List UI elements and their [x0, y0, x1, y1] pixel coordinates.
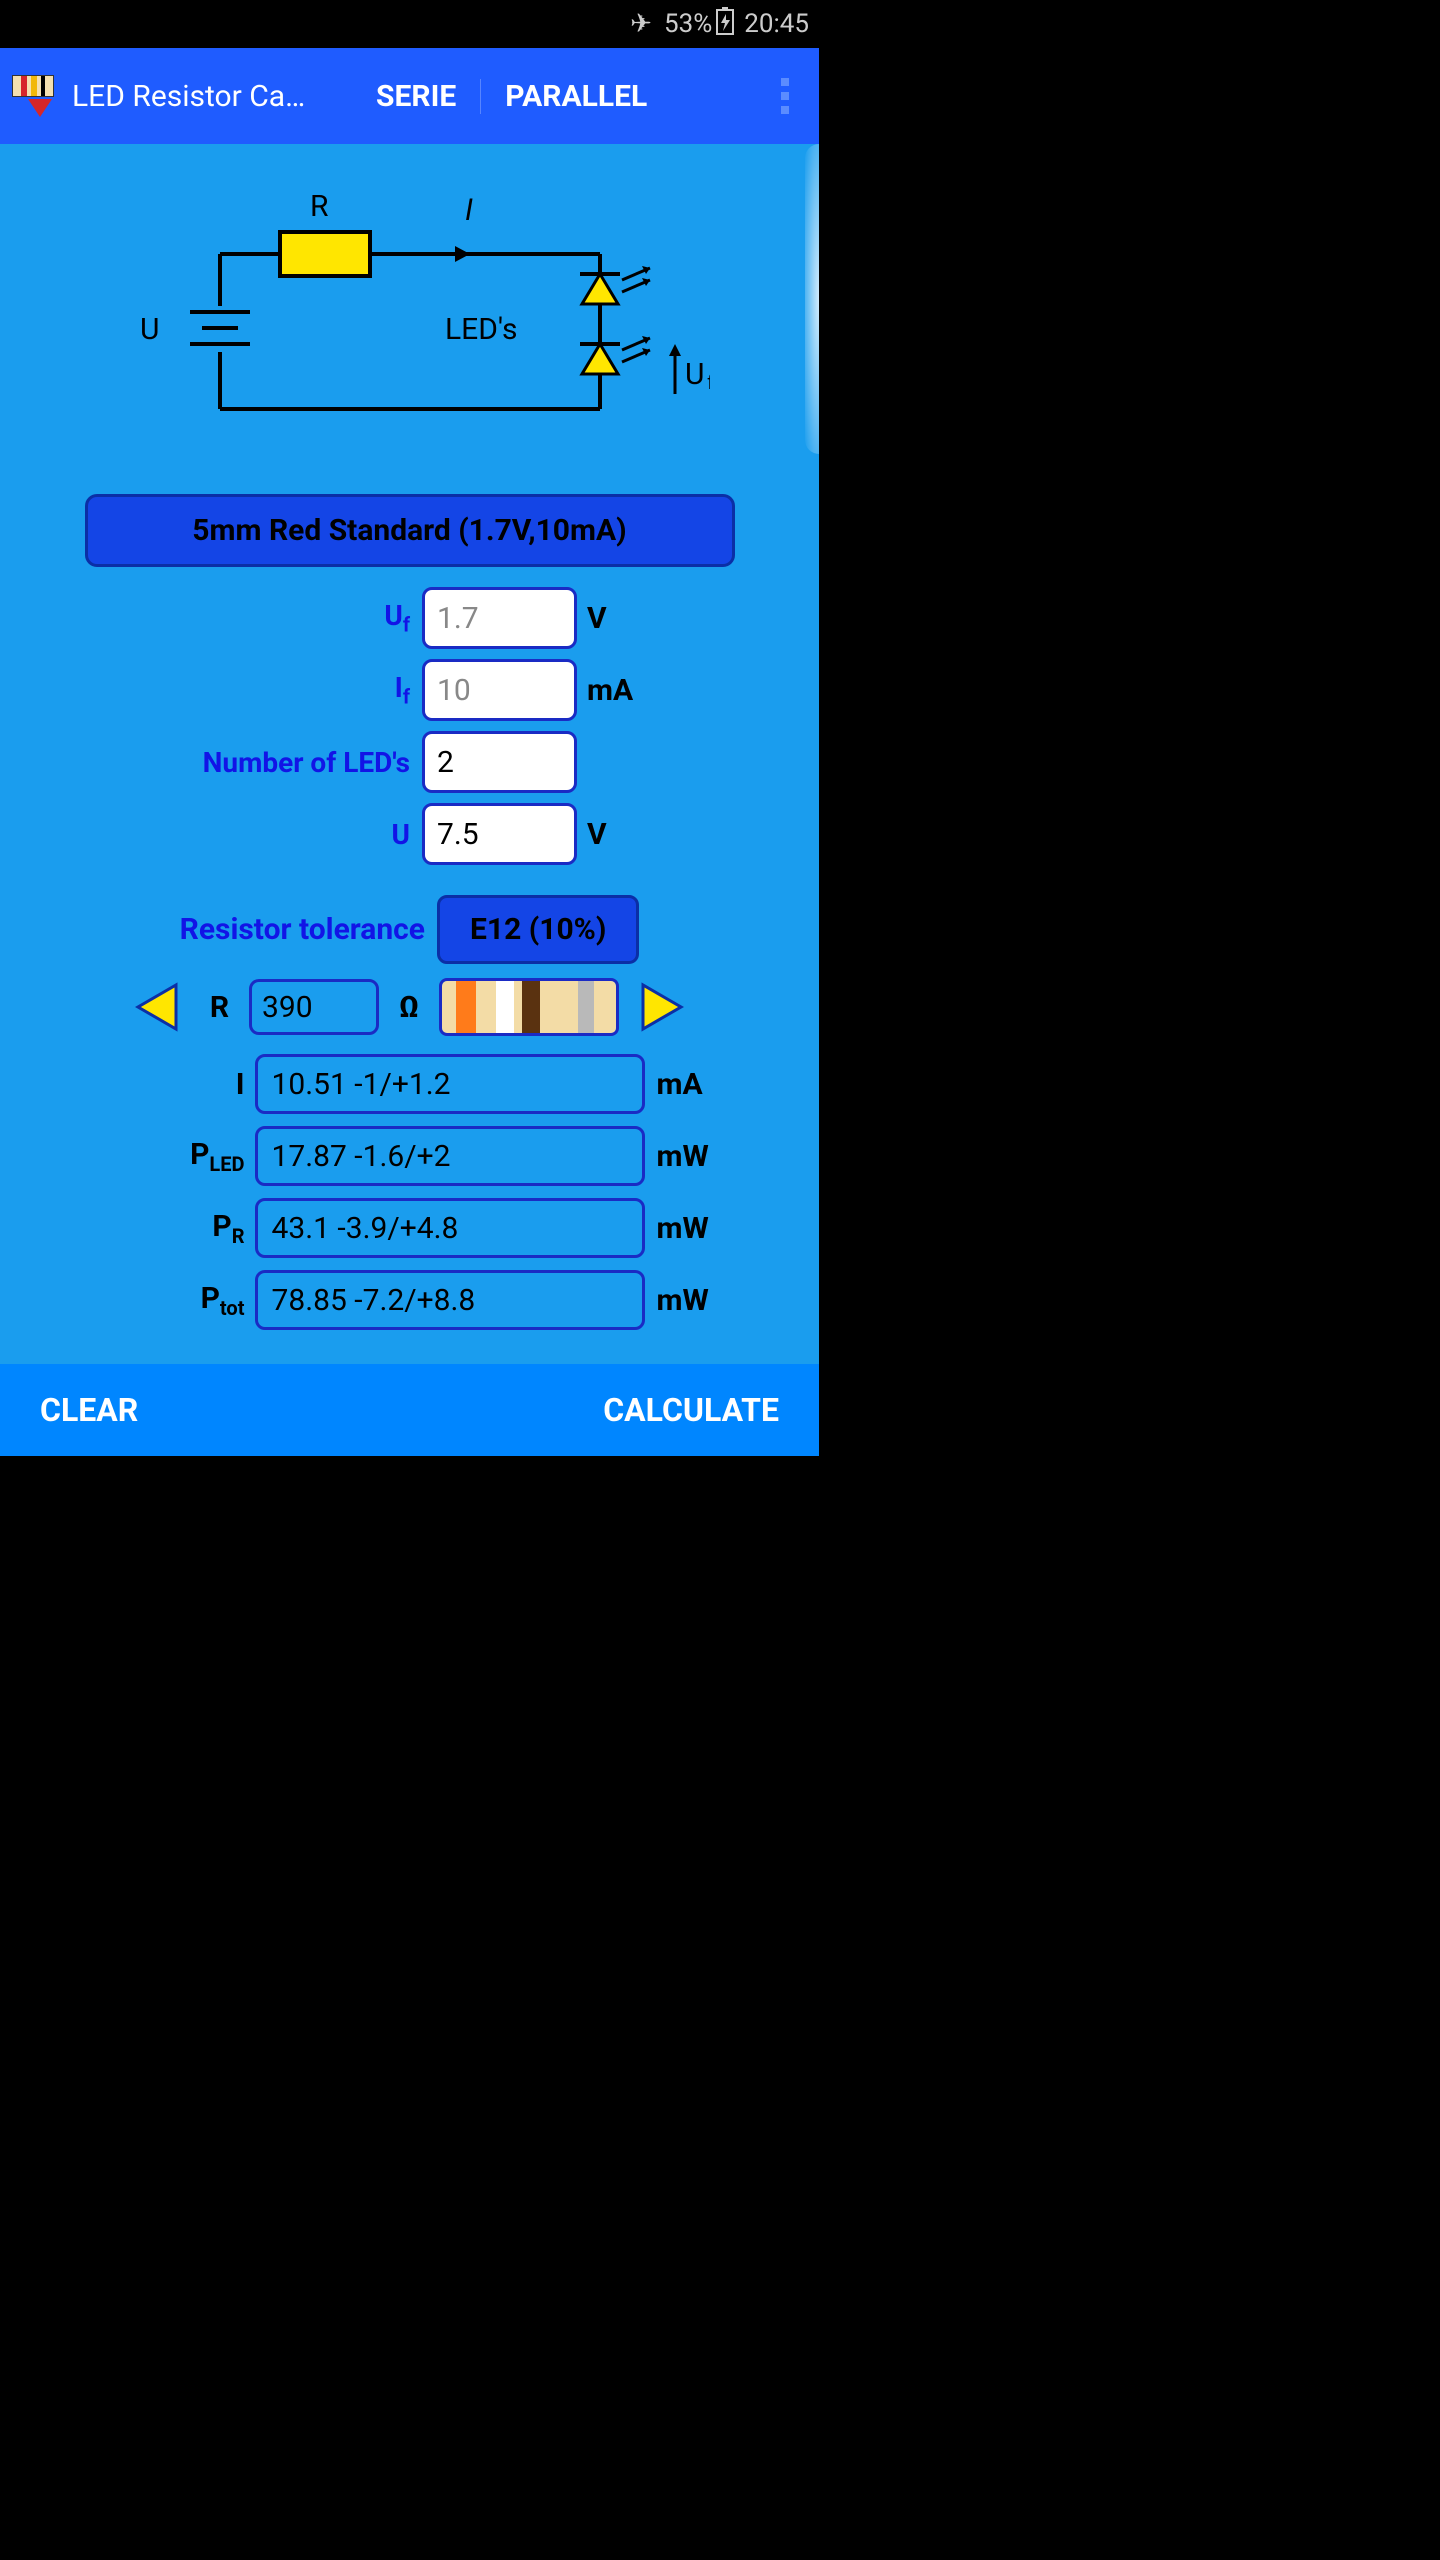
- output-i-unit: mA: [645, 1067, 735, 1102]
- row-if: If mA: [0, 659, 819, 721]
- app-icon: [10, 71, 60, 121]
- output-ptot-value: 78.85 -7.2/+8.8: [255, 1270, 645, 1330]
- output-pr-value: 43.1 -3.9/+4.8: [255, 1198, 645, 1258]
- output-pr-label: PR: [85, 1209, 255, 1248]
- diagram-r-label: R: [310, 189, 329, 224]
- u-input[interactable]: [422, 803, 577, 865]
- airplane-mode-icon: ✈: [630, 9, 652, 39]
- r-label: R: [210, 990, 229, 1025]
- output-i-label: I: [85, 1067, 255, 1102]
- next-resistor-arrow-icon[interactable]: [639, 981, 687, 1033]
- uf-input[interactable]: [422, 587, 577, 649]
- diagram-uf-label: U: [685, 357, 704, 392]
- tab-parallel[interactable]: PARALLEL: [481, 79, 671, 114]
- diagram-u-label: U: [140, 312, 159, 347]
- row-u: U V: [0, 803, 819, 865]
- resistor-color-bands: [439, 978, 619, 1036]
- row-output-ptot: Ptot 78.85 -7.2/+8.8 mW: [0, 1270, 819, 1330]
- if-unit: mA: [577, 673, 707, 708]
- tolerance-button[interactable]: E12 (10%): [437, 895, 639, 964]
- overflow-menu-icon[interactable]: [761, 72, 809, 120]
- led-type-button[interactable]: 5mm Red Standard (1.7V,10mA): [85, 494, 735, 567]
- output-ptot-unit: mW: [645, 1283, 735, 1318]
- circuit-diagram: U R I LED's U f: [110, 184, 710, 444]
- row-output-i: I 10.51 -1/+1.2 mA: [0, 1054, 819, 1114]
- u-label: U: [112, 818, 422, 851]
- main-content: U R I LED's U f 5mm Red Standard (1.7V,1…: [0, 144, 819, 1364]
- prev-resistor-arrow-icon[interactable]: [132, 981, 180, 1033]
- r-value: 390: [249, 979, 379, 1035]
- if-label: If: [112, 671, 422, 709]
- uf-label: Uf: [112, 599, 422, 637]
- app-bar: LED Resistor Ca… SERIE PARALLEL: [0, 48, 819, 144]
- clock: 20:45: [744, 9, 809, 39]
- tolerance-label: Resistor tolerance: [180, 912, 425, 947]
- calculate-button[interactable]: CALCULATE: [603, 1391, 779, 1429]
- if-input[interactable]: [422, 659, 577, 721]
- output-pled-value: 17.87 -1.6/+2: [255, 1126, 645, 1186]
- diagram-leds-label: LED's: [445, 312, 517, 347]
- row-output-pled: PLED 17.87 -1.6/+2 mW: [0, 1126, 819, 1186]
- r-unit: Ω: [399, 990, 419, 1025]
- bottom-bar: CLEAR CALCULATE: [0, 1364, 819, 1456]
- output-pled-unit: mW: [645, 1139, 735, 1174]
- output-pled-label: PLED: [85, 1137, 255, 1176]
- diagram-i-label: I: [465, 193, 473, 228]
- output-ptot-label: Ptot: [85, 1281, 255, 1320]
- clear-button[interactable]: CLEAR: [40, 1391, 138, 1429]
- nled-input[interactable]: [422, 731, 577, 793]
- output-i-value: 10.51 -1/+1.2: [255, 1054, 645, 1114]
- battery-percent: 53%: [664, 9, 712, 39]
- row-uf: Uf V: [0, 587, 819, 649]
- battery-charging-icon: [716, 7, 734, 42]
- tab-serie[interactable]: SERIE: [352, 79, 481, 114]
- status-bar: ✈ 53% 20:45: [0, 0, 819, 48]
- app-title: LED Resistor Ca…: [72, 79, 342, 114]
- diagram-uf-sub: f: [707, 370, 710, 394]
- scroll-glow: [805, 144, 819, 454]
- nled-label: Number of LED's: [112, 746, 422, 779]
- row-nled: Number of LED's: [0, 731, 819, 793]
- row-tolerance: Resistor tolerance E12 (10%): [0, 895, 819, 964]
- u-unit: V: [577, 817, 707, 852]
- uf-unit: V: [577, 601, 707, 636]
- row-resistor: R 390 Ω: [0, 978, 819, 1036]
- tabs: SERIE PARALLEL: [352, 79, 671, 114]
- output-pr-unit: mW: [645, 1211, 735, 1246]
- row-output-pr: PR 43.1 -3.9/+4.8 mW: [0, 1198, 819, 1258]
